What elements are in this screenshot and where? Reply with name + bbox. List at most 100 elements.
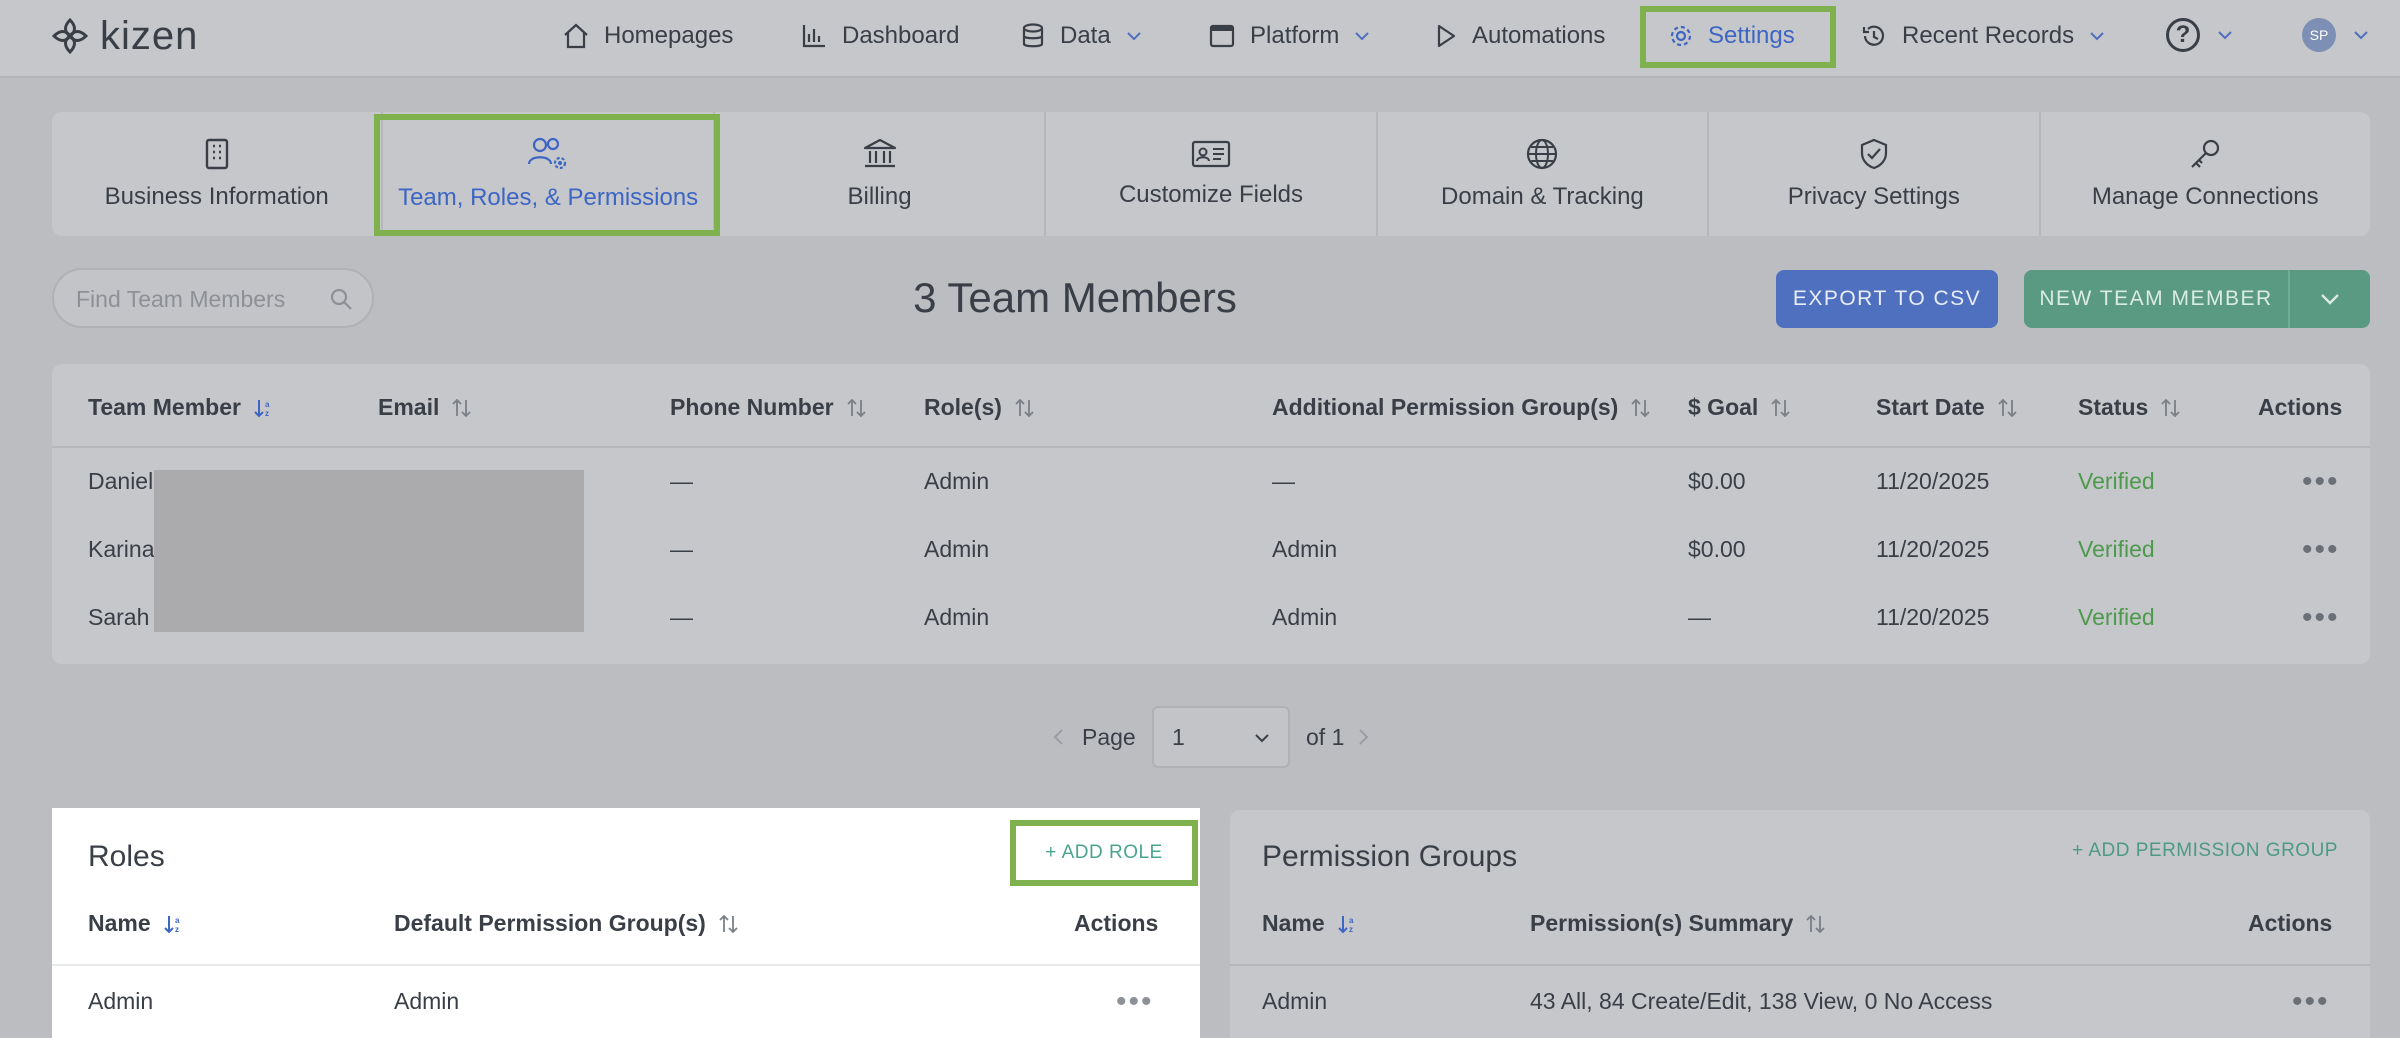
nav-automations[interactable]: Automations [1434, 0, 1605, 72]
svg-text:z: z [265, 409, 269, 418]
col-roles[interactable]: Role(s) [924, 394, 1036, 421]
nav-recent-records-label: Recent Records [1902, 22, 2075, 49]
history-icon [1862, 25, 1885, 46]
svg-text:a: a [265, 400, 270, 409]
cell-phone: — [670, 536, 693, 562]
permission-group-name[interactable]: Admin [1262, 988, 1327, 1015]
sort-icon [846, 398, 866, 417]
help-icon[interactable]: ? [2166, 18, 2200, 52]
chevron-right-icon[interactable] [1354, 726, 1372, 748]
cell-start-date: 11/20/2025 [1876, 536, 1990, 562]
key-icon [2191, 139, 2220, 168]
tab-label: Privacy Settings [1787, 183, 1960, 210]
more-dots-icon[interactable]: ••• [2292, 987, 2330, 1017]
status-badge: Verified [2078, 536, 2155, 562]
cell-start-date: 11/20/2025 [1876, 468, 1990, 494]
nav-recent-records[interactable]: Recent Records [1860, 0, 2106, 72]
col-additional-permission-groups[interactable]: Additional Permission Group(s) [1272, 394, 1652, 421]
more-dots-icon[interactable]: ••• [2302, 467, 2340, 497]
roles-col-name[interactable]: Name az [88, 910, 185, 937]
svg-text:a: a [1349, 916, 1354, 925]
redacted-email-block [154, 470, 584, 632]
nav-data[interactable]: Data [1020, 0, 1143, 72]
nav-homepages[interactable]: Homepages [562, 0, 733, 72]
col-actions: Actions [2258, 394, 2343, 420]
status-badge: Verified [2078, 604, 2155, 630]
home-icon [564, 23, 588, 49]
perm-header-divider [1230, 964, 2370, 966]
perm-col-summary[interactable]: Permission(s) Summary [1530, 910, 1827, 937]
nav-platform-label: Platform [1250, 22, 1340, 49]
perm-col-actions: Actions [2248, 910, 2333, 936]
sort-icon [2161, 398, 2180, 417]
tab-billing[interactable]: Billing [715, 112, 1047, 236]
building-icon [205, 138, 228, 170]
sort-icon: az [254, 399, 270, 418]
page-select[interactable]: 1 [1152, 706, 1290, 768]
roles-header-divider [52, 964, 1200, 966]
svg-text:a: a [175, 916, 180, 925]
tab-customize-fields[interactable]: Customize Fields [1046, 112, 1378, 236]
role-name[interactable]: Admin [88, 988, 153, 1015]
sort-icon [1771, 398, 1790, 417]
tab-manage-connections[interactable]: Manage Connections [2041, 112, 2370, 236]
page-label: Page [1082, 724, 1136, 750]
nav-dashboard[interactable]: Dashboard [800, 0, 959, 72]
col-goal[interactable]: $ Goal [1688, 394, 1792, 421]
user-avatar[interactable]: SP [2302, 18, 2336, 52]
sort-icon [1015, 398, 1034, 417]
add-permission-group-button[interactable]: + ADD PERMISSION GROUP [2072, 840, 2338, 862]
cell-goal: $0.00 [1688, 536, 1746, 562]
database-icon [1022, 23, 1044, 48]
more-dots-icon[interactable]: ••• [2302, 603, 2340, 633]
cell-name[interactable]: Karina [88, 536, 154, 563]
status-badge: Verified [2078, 468, 2155, 494]
nav-platform[interactable]: Platform [1208, 0, 1371, 72]
perm-col-name[interactable]: Name az [1262, 910, 1359, 937]
export-csv-button[interactable]: EXPORT TO CSV [1776, 270, 1998, 328]
more-dots-icon[interactable]: ••• [2302, 535, 2340, 565]
roles-col-actions: Actions [1074, 910, 1159, 936]
chevron-left-icon[interactable] [1050, 726, 1068, 748]
permission-group-summary: 43 All, 84 Create/Edit, 138 View, 0 No A… [1530, 988, 1993, 1014]
brand-name: kizen [100, 13, 199, 58]
svg-text:z: z [1349, 925, 1353, 934]
search-icon[interactable] [328, 286, 354, 312]
permission-groups-panel: Permission Groups + ADD PERMISSION GROUP… [1230, 810, 2370, 1038]
col-team-member[interactable]: Team Member az [88, 394, 275, 421]
sort-icon: az [163, 915, 180, 934]
id-card-icon [1191, 140, 1231, 168]
new-team-member-label: NEW TEAM MEMBER [2039, 287, 2273, 310]
new-team-member-button[interactable]: NEW TEAM MEMBER [2024, 270, 2370, 328]
chevron-down-icon[interactable] [2216, 26, 2234, 44]
cell-role: Admin [924, 536, 990, 562]
cell-name[interactable]: Sarah [88, 604, 149, 631]
header-divider [52, 446, 2370, 448]
sort-icon: az [1337, 915, 1354, 934]
chevron-down-icon [1126, 32, 1141, 41]
tab-business-information[interactable]: Business Information [52, 112, 384, 236]
more-dots-icon[interactable]: ••• [1116, 987, 1154, 1017]
chevron-down-icon [2321, 294, 2339, 305]
cell-name[interactable]: Daniel [88, 468, 153, 495]
tab-label: Business Information [104, 183, 329, 210]
col-phone-number[interactable]: Phone Number [670, 394, 868, 421]
col-start-date[interactable]: Start Date [1876, 394, 2019, 421]
bank-icon [863, 138, 896, 168]
new-member-dropdown[interactable] [2290, 286, 2370, 312]
sort-icon [452, 398, 472, 417]
col-status[interactable]: Status [2078, 394, 2182, 421]
page-of-label: of 1 [1306, 724, 1345, 750]
chevron-down-icon[interactable] [2352, 26, 2370, 44]
cell-groups: Admin [1272, 536, 1338, 562]
add-role-button[interactable]: + ADD ROLE [1010, 820, 1198, 886]
brand-logo[interactable]: kizen [50, 14, 198, 58]
tab-domain-tracking[interactable]: Domain & Tracking [1378, 112, 1710, 236]
sort-icon [1806, 914, 1825, 933]
tab-privacy-settings[interactable]: Privacy Settings [1709, 112, 2041, 236]
search-input[interactable] [74, 270, 328, 328]
nav-data-label: Data [1060, 22, 1111, 49]
nav-automations-label: Automations [1472, 22, 1606, 49]
col-email[interactable]: Email [378, 394, 473, 421]
roles-col-default-group[interactable]: Default Permission Group(s) [394, 910, 740, 937]
